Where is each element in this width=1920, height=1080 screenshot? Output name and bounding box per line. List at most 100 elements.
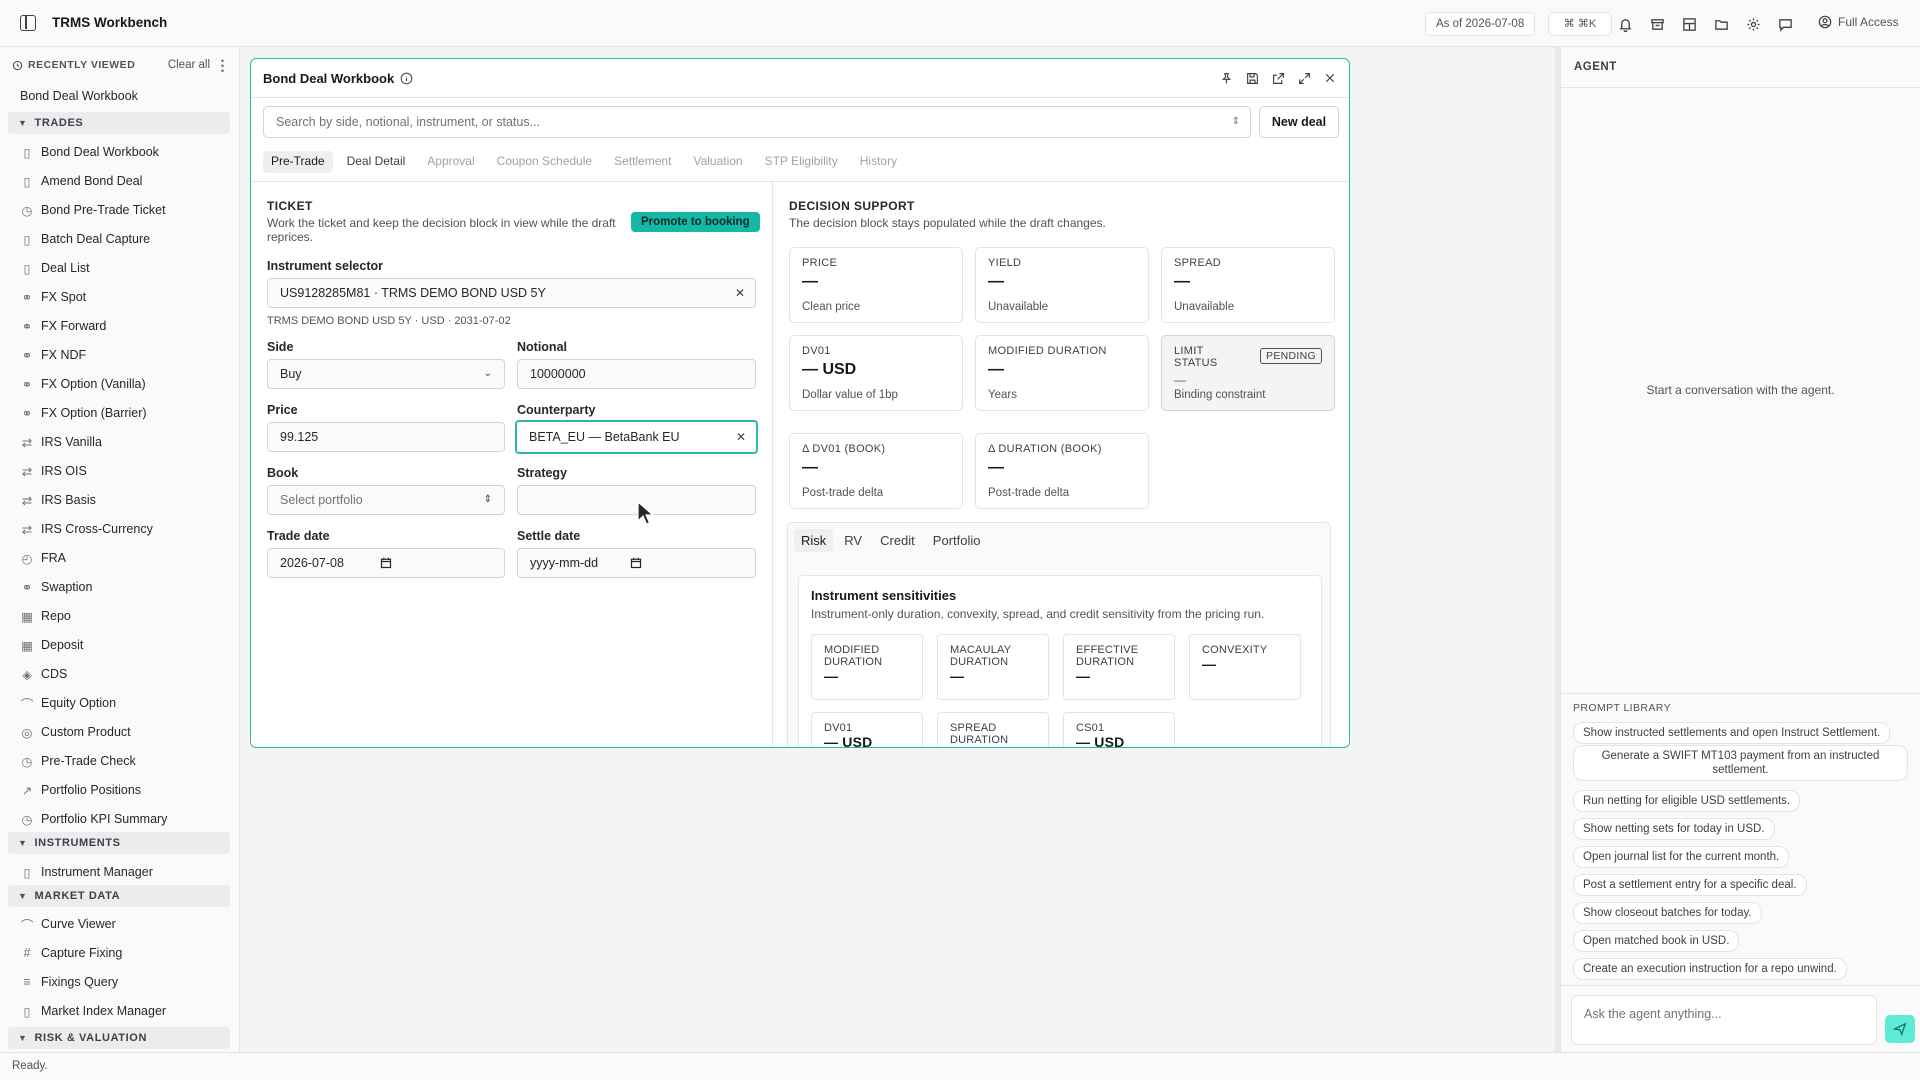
section-instruments[interactable]: ▼ INSTRUMENTS xyxy=(8,832,230,854)
tab-stp-eligibility[interactable]: STP Eligibility xyxy=(757,151,846,173)
close-icon[interactable] xyxy=(1321,69,1339,87)
prompt-chip[interactable]: Open journal list for the current month. xyxy=(1573,846,1790,868)
tab-credit[interactable]: Credit xyxy=(873,529,922,552)
layout-icon[interactable] xyxy=(1680,15,1698,33)
sidebar-item-pre-trade-check[interactable]: ◷ Pre-Trade Check xyxy=(20,748,230,774)
sidebar-item-market-index-manager[interactable]: ▯ Market Index Manager xyxy=(20,998,230,1024)
clear-all-button[interactable]: Clear all xyxy=(168,59,210,71)
notional-input[interactable]: 10000000 xyxy=(517,359,756,389)
price-input[interactable]: 99.125 xyxy=(267,422,505,452)
as-of-date-button[interactable]: As of 2026-07-08 xyxy=(1425,12,1536,36)
chat-icon[interactable] xyxy=(1776,15,1794,33)
clear-icon[interactable]: ✕ xyxy=(735,279,745,307)
trade-date-input[interactable]: 2026-07-08 xyxy=(267,548,505,578)
instrument-selector[interactable]: US9128285M81 · TRMS DEMO BOND USD 5Y ✕ xyxy=(267,278,756,308)
sidebar-item-curve-viewer[interactable]: ⌒ Curve Viewer xyxy=(20,911,230,937)
clear-icon[interactable]: ✕ xyxy=(736,422,746,452)
sidebar-item-equity-option[interactable]: ⌒ Equity Option xyxy=(20,690,230,716)
bell-icon[interactable] xyxy=(1616,15,1634,33)
tab-pre-trade[interactable]: Pre-Trade xyxy=(263,151,333,173)
prompt-chip[interactable]: Post a settlement entry for a specific d… xyxy=(1573,874,1807,896)
archive-icon[interactable] xyxy=(1648,15,1666,33)
sidebar-item-fx-spot[interactable]: ⚭ FX Spot xyxy=(20,284,230,310)
sidebar-item-capture-fixing[interactable]: # Capture Fixing xyxy=(20,940,230,966)
sidebar-item-swaption[interactable]: ⚭ Swaption xyxy=(20,574,230,600)
sidebar-item-irs-ois[interactable]: ⇄ IRS OIS xyxy=(20,458,230,484)
sidebar-item-label: IRS Cross-Currency xyxy=(41,522,153,536)
sidebar-item-custom-product[interactable]: ◎ Custom Product xyxy=(20,719,230,745)
sidebar-item-fixings-query[interactable]: ≡ Fixings Query xyxy=(20,969,230,995)
prompt-chip[interactable]: Show netting sets for today in USD. xyxy=(1573,818,1775,840)
sidebar-item-fra[interactable]: ◴ FRA xyxy=(20,545,230,571)
settle-date-label: Settle date xyxy=(517,529,581,543)
sidebar-toggle-icon[interactable] xyxy=(20,15,36,31)
sidebar-item-cds[interactable]: ◈ CDS xyxy=(20,661,230,687)
agent-message-input[interactable]: Ask the agent anything... xyxy=(1571,995,1877,1045)
maximize-icon[interactable] xyxy=(1295,69,1313,87)
sidebar-item-instrument-manager[interactable]: ▯ Instrument Manager xyxy=(20,859,230,885)
send-button[interactable] xyxy=(1885,1015,1915,1043)
deal-search-input[interactable]: Search by side, notional, instrument, or… xyxy=(263,106,1251,138)
tab-rv[interactable]: RV xyxy=(837,529,869,552)
tab-valuation[interactable]: Valuation xyxy=(685,151,750,173)
sidebar-item-irs-cross-currency[interactable]: ⇄ IRS Cross-Currency xyxy=(20,516,230,542)
sidebar-item-irs-vanilla[interactable]: ⇄ IRS Vanilla xyxy=(20,429,230,455)
tab-coupon-schedule[interactable]: Coupon Schedule xyxy=(489,151,600,173)
recent-item[interactable]: Bond Deal Workbook xyxy=(20,83,230,109)
save-icon[interactable] xyxy=(1243,69,1261,87)
settle-date-input[interactable]: yyyy-mm-dd xyxy=(517,548,756,578)
sidebar-item-fx-ndf[interactable]: ⚭ FX NDF xyxy=(20,342,230,368)
counterparty-input[interactable]: BETA_EU — BetaBank EU ✕ xyxy=(515,420,758,454)
sidebar-item-fx-option-vanilla[interactable]: ⚭ FX Option (Vanilla) xyxy=(20,371,230,397)
check-circle-icon: ◷ xyxy=(21,754,33,769)
sidebar-item-portfolio-kpi-summary[interactable]: ◷ Portfolio KPI Summary xyxy=(20,806,230,832)
calendar-icon[interactable] xyxy=(630,557,642,569)
sidebar-item-amend-bond-deal[interactable]: ▯ Amend Bond Deal xyxy=(20,168,230,194)
tab-portfolio[interactable]: Portfolio xyxy=(926,529,988,552)
prompt-chip[interactable]: Show instructed settlements and open Ins… xyxy=(1573,722,1891,744)
promote-to-booking-button[interactable]: Promote to booking xyxy=(631,212,760,232)
sidebar-item-deposit[interactable]: ▦ Deposit xyxy=(20,632,230,658)
external-link-icon[interactable] xyxy=(1269,69,1287,87)
prompt-chip[interactable]: Show closeout batches for today. xyxy=(1573,902,1762,924)
sidebar-item-repo[interactable]: ▦ Repo xyxy=(20,603,230,629)
tab-settlement[interactable]: Settlement xyxy=(606,151,679,173)
section-label: INSTRUMENTS xyxy=(34,837,121,849)
section-risk-valuation[interactable]: ▼ RISK & VALUATION xyxy=(8,1027,230,1049)
sidebar-item-bond-deal-workbook[interactable]: ▯ Bond Deal Workbook xyxy=(20,139,230,165)
sidebar-item-deal-list[interactable]: ▯ Deal List xyxy=(20,255,230,281)
command-palette-button[interactable]: ⌘ ⌘K xyxy=(1548,12,1612,36)
sidebar-item-fx-option-barrier[interactable]: ⚭ FX Option (Barrier) xyxy=(20,400,230,426)
section-trades[interactable]: ▼ TRADES xyxy=(8,112,230,134)
more-vertical-icon[interactable]: ⋮ xyxy=(216,57,231,74)
decision-title: DECISION SUPPORT xyxy=(789,199,915,213)
tab-approval[interactable]: Approval xyxy=(419,151,482,173)
tab-deal-detail[interactable]: Deal Detail xyxy=(339,151,414,173)
link-icon: ⚭ xyxy=(21,406,33,421)
section-market-data[interactable]: ▼ MARKET DATA xyxy=(8,885,230,907)
prompt-chip[interactable]: Open matched book in USD. xyxy=(1573,930,1740,952)
link-icon: ⚭ xyxy=(21,290,33,305)
pin-icon[interactable] xyxy=(1217,69,1235,87)
prompt-chip[interactable]: Create an execution instruction for a re… xyxy=(1573,958,1847,980)
calendar-icon[interactable] xyxy=(380,557,392,569)
info-icon[interactable] xyxy=(400,72,413,85)
tab-history[interactable]: History xyxy=(852,151,905,173)
new-deal-button[interactable]: New deal xyxy=(1259,106,1339,138)
gear-icon[interactable] xyxy=(1744,15,1762,33)
sidebar-item-portfolio-positions[interactable]: ↗ Portfolio Positions xyxy=(20,777,230,803)
full-access-button[interactable]: Full Access xyxy=(1818,15,1899,29)
prompt-chip[interactable]: Generate a SWIFT MT103 payment from an i… xyxy=(1573,745,1908,781)
prompt-chip[interactable]: Run netting for eligible USD settlements… xyxy=(1573,790,1801,812)
book-select[interactable]: Select portfolio ⇕ xyxy=(267,485,505,515)
sidebar-item-fx-forward[interactable]: ⚭ FX Forward xyxy=(20,313,230,339)
sidebar-item-irs-basis[interactable]: ⇄ IRS Basis xyxy=(20,487,230,513)
sidebar-item-bond-pre-trade-ticket[interactable]: ◷ Bond Pre-Trade Ticket xyxy=(20,197,230,223)
side-select[interactable]: Buy ⌄ xyxy=(267,359,505,389)
card-title: LIMIT STATUS xyxy=(1174,345,1218,369)
folder-icon[interactable] xyxy=(1712,15,1730,33)
sidebar-item-label: Deposit xyxy=(41,638,84,652)
card-value: — xyxy=(802,459,818,476)
tab-risk[interactable]: Risk xyxy=(794,529,834,552)
sidebar-item-batch-deal-capture[interactable]: ▯ Batch Deal Capture xyxy=(20,226,230,252)
